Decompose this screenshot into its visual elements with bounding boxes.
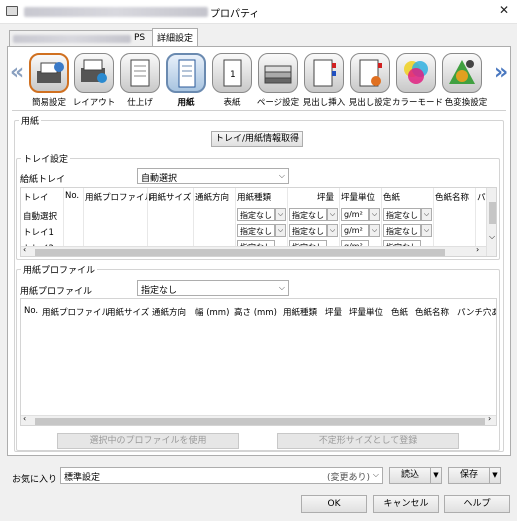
chevron-down-icon[interactable]: ⌵ (421, 224, 432, 237)
help-button[interactable]: ヘルプ (444, 495, 510, 513)
scroll-left-icon[interactable]: « (10, 60, 24, 85)
use-selected-profile-button[interactable]: 選択中のプロファイルを使用 (57, 433, 239, 449)
toolbar-label-paper: 用紙 (177, 98, 195, 108)
feed-tray-select[interactable]: 自動選択 ⌵ (137, 168, 289, 184)
tray-row-1-weight[interactable]: 指定なし (289, 208, 327, 221)
profile-table-hscroll[interactable]: ‹ › (21, 414, 496, 425)
title-bar: プロパティ ✕ (0, 0, 517, 24)
paper-profile-label: 用紙プロファイル (20, 287, 93, 297)
tab-ps[interactable]: PS (9, 30, 153, 46)
tray-table-vscroll[interactable]: ⌵ (486, 188, 496, 256)
chevron-down-icon[interactable]: ⌵ (275, 224, 286, 237)
tray-table: トレイ No. 用紙プロファイル 用紙サイズ 通紙方向 用紙種類 坪量 坪量単位… (20, 187, 497, 257)
tray-row-2-type[interactable]: 指定なし (237, 224, 275, 237)
chevron-down-icon[interactable]: ⌵ (421, 208, 432, 221)
chevron-down-icon[interactable]: ⌵ (327, 208, 338, 221)
toolbar-label-color-mode: カラーモード (392, 98, 444, 108)
paper-profile-select[interactable]: 指定なし ⌵ (137, 280, 289, 296)
cover-icon[interactable]: 1 (212, 53, 252, 93)
favorites-label: お気に入り (12, 475, 58, 485)
toolbar-label-cover: 表紙 (223, 98, 241, 108)
profile-table: No. 用紙プロファイル 用紙サイズ 通紙方向 幅 (mm) 高さ (mm) 用… (20, 298, 497, 426)
chevron-down-icon: ⌵ (278, 283, 285, 292)
chevron-down-icon: ⌵ (372, 470, 379, 479)
tray-row-2-unit[interactable]: g/m² (341, 224, 369, 237)
cancel-button[interactable]: キャンセル (373, 495, 439, 513)
load-button[interactable]: 読込 (389, 467, 431, 484)
finishing-icon[interactable] (120, 53, 160, 93)
printer-name-blurred (24, 7, 208, 17)
toolbar-label-finishing: 仕上げ (127, 98, 153, 108)
chevron-down-icon[interactable]: ⌵ (275, 208, 286, 221)
feed-tray-label: 給紙トレイ (20, 175, 66, 185)
register-custom-size-button[interactable]: 不定形サイズとして登録 (277, 433, 459, 449)
tray-row-1-unit[interactable]: g/m² (341, 208, 369, 221)
toolbar-label-tab-insert: 見出し挿入 (302, 98, 346, 108)
load-dropdown-icon[interactable]: ▼ (430, 467, 442, 484)
toolbar-divider (12, 110, 506, 111)
color-mode-icon[interactable] (396, 53, 436, 93)
toolbar-label-page: ページ設定 (256, 98, 300, 108)
toolbar-label-tab-setting: 見出し設定 (348, 98, 392, 108)
chevron-down-icon: ⌵ (489, 232, 496, 241)
chevron-down-icon[interactable]: ⌵ (369, 208, 380, 221)
tray-row-1-type[interactable]: 指定なし (237, 208, 275, 221)
save-dropdown-icon[interactable]: ▼ (489, 467, 501, 484)
toolbar-label-quick: 簡易設定 (31, 98, 66, 108)
scroll-left-icon: ‹ (23, 245, 27, 254)
chevron-down-icon[interactable]: ⌵ (327, 224, 338, 237)
page-setting-icon[interactable] (258, 53, 298, 93)
scroll-left-icon: ‹ (23, 414, 27, 423)
profile-group-title: 用紙プロファイル (21, 263, 98, 276)
scroll-right-icon: › (488, 414, 492, 423)
tab-insert-icon[interactable] (304, 53, 344, 93)
scroll-right-icon: › (476, 245, 480, 254)
scroll-right-icon[interactable]: » (494, 60, 508, 85)
tray-row-1-tray: 自動選択 (23, 212, 58, 222)
tray-settings-title: トレイ設定 (21, 152, 71, 165)
favorites-select[interactable]: 標準設定 (変更あり) ⌵ (60, 467, 383, 484)
tray-info-button[interactable]: トレイ/用紙情報取得 (211, 131, 303, 147)
tab-setting-icon[interactable] (350, 53, 390, 93)
tray-table-header: トレイ No. 用紙プロファイル 用紙サイズ 通紙方向 用紙種類 坪量 坪量単位… (23, 191, 486, 203)
paper-group-title: 用紙 (19, 114, 42, 127)
quick-setup-icon[interactable] (29, 53, 69, 93)
profile-table-header: No. 用紙プロファイル 用紙サイズ 通紙方向 幅 (mm) 高さ (mm) 用… (24, 306, 497, 318)
save-button[interactable]: 保存 (448, 467, 490, 484)
svg-text:1: 1 (230, 70, 236, 80)
paper-icon[interactable] (166, 53, 206, 93)
chevron-down-icon: ⌵ (278, 171, 285, 180)
tray-row-2-color[interactable]: 指定なし (383, 224, 421, 237)
printer-icon (6, 6, 18, 16)
toolbar-label-layout: レイアウト (72, 98, 116, 108)
color-conversion-icon[interactable] (442, 53, 482, 93)
tray-table-hscroll[interactable]: ‹ › (21, 245, 486, 256)
tab-detail-settings[interactable]: 詳細設定 (152, 28, 198, 47)
tray-row-2-weight[interactable]: 指定なし (289, 224, 327, 237)
ok-button[interactable]: OK (301, 495, 367, 513)
close-icon[interactable]: ✕ (496, 3, 512, 17)
tray-row-2-tray: トレイ1 (23, 228, 54, 238)
toolbar-label-color-conv: 色変換設定 (444, 98, 488, 108)
tray-row-1-color[interactable]: 指定なし (383, 208, 421, 221)
layout-icon[interactable] (74, 53, 114, 93)
chevron-down-icon[interactable]: ⌵ (369, 224, 380, 237)
window-title: プロパティ (210, 9, 260, 20)
